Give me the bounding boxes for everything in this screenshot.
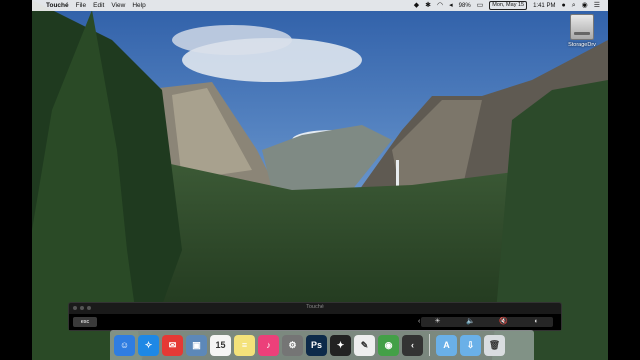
itunes-icon[interactable]: ♪ xyxy=(258,334,279,356)
touche-icon[interactable]: ‹ xyxy=(402,334,423,356)
trash-icon[interactable]: 🗑 xyxy=(484,334,505,356)
file-menu[interactable]: File xyxy=(76,2,86,9)
notification-center-icon[interactable]: ☰ xyxy=(594,0,600,11)
preview-icon[interactable]: ▣ xyxy=(186,334,207,356)
calendar-icon[interactable]: 15 xyxy=(210,334,231,356)
final-cut-icon[interactable]: ✦ xyxy=(330,334,351,356)
control-strip: ☀ 🔈 🔇 ◐ xyxy=(421,317,553,327)
battery-percent[interactable]: 98% xyxy=(459,3,471,9)
mail-icon[interactable]: ✉ xyxy=(162,334,183,356)
dropbox-icon[interactable]: ◆ xyxy=(414,0,419,11)
menu-bar: Touché File Edit View Help ◆ ✱ ◠ ◂ 98% ▭… xyxy=(32,0,608,11)
edit-menu[interactable]: Edit xyxy=(93,2,104,9)
esc-key[interactable]: esc xyxy=(73,317,97,327)
wifi-icon[interactable]: ◠ xyxy=(437,0,443,11)
mute-icon[interactable]: 🔇 xyxy=(487,317,520,327)
notes-icon[interactable]: ≡ xyxy=(234,334,255,356)
desktop-drive-icon[interactable]: StorageDrv xyxy=(562,14,602,48)
battery-icon[interactable]: ▭ xyxy=(477,0,484,11)
dock: ☺ ✧ ✉ ▣ 15 ≡ ♪ ⚙ Ps ✦ ✎ ◉ ‹ A ⇩ 🗑 xyxy=(110,330,534,360)
safari-icon[interactable]: ✧ xyxy=(138,334,159,356)
siri-icon[interactable]: ◉ xyxy=(582,0,588,11)
help-menu[interactable]: Help xyxy=(132,2,145,9)
clock[interactable]: 1:41 PM xyxy=(533,3,555,9)
touch-bar: esc ‹ ☀ 🔈 🔇 ◐ xyxy=(69,314,561,330)
drive-label: StorageDrv xyxy=(568,42,596,48)
spotlight-search-icon[interactable]: ⌕ xyxy=(572,0,576,11)
applications-folder-icon[interactable]: A xyxy=(436,334,457,356)
downloads-folder-icon[interactable]: ⇩ xyxy=(460,334,481,356)
window-title: Touché xyxy=(306,304,324,310)
date-display[interactable]: Mon, May 15 xyxy=(489,1,528,10)
view-menu[interactable]: View xyxy=(111,2,125,9)
touche-window: Touché esc ‹ ☀ 🔈 🔇 ◐ xyxy=(68,302,562,331)
bluetooth-icon[interactable]: ✱ xyxy=(425,0,431,11)
grapher-icon[interactable]: ✎ xyxy=(354,334,375,356)
app-menu[interactable]: Touché xyxy=(46,2,69,9)
photoshop-icon[interactable]: Ps xyxy=(306,334,327,356)
chevron-left-icon[interactable]: ‹ xyxy=(418,317,420,327)
desktop-screen: Touché File Edit View Help ◆ ✱ ◠ ◂ 98% ▭… xyxy=(32,0,608,360)
user-icon[interactable]: ● xyxy=(561,0,565,11)
dock-separator xyxy=(429,334,430,356)
system-preferences-icon[interactable]: ⚙ xyxy=(282,334,303,356)
volume-icon[interactable]: 🔈 xyxy=(454,317,487,327)
chrome-icon[interactable]: ◉ xyxy=(378,334,399,356)
brightness-icon[interactable]: ☀ xyxy=(421,317,454,327)
volume-icon[interactable]: ◂ xyxy=(449,0,453,11)
siri-icon[interactable]: ◐ xyxy=(520,317,553,327)
hard-drive-icon[interactable] xyxy=(570,14,594,40)
finder-icon[interactable]: ☺ xyxy=(114,334,135,356)
